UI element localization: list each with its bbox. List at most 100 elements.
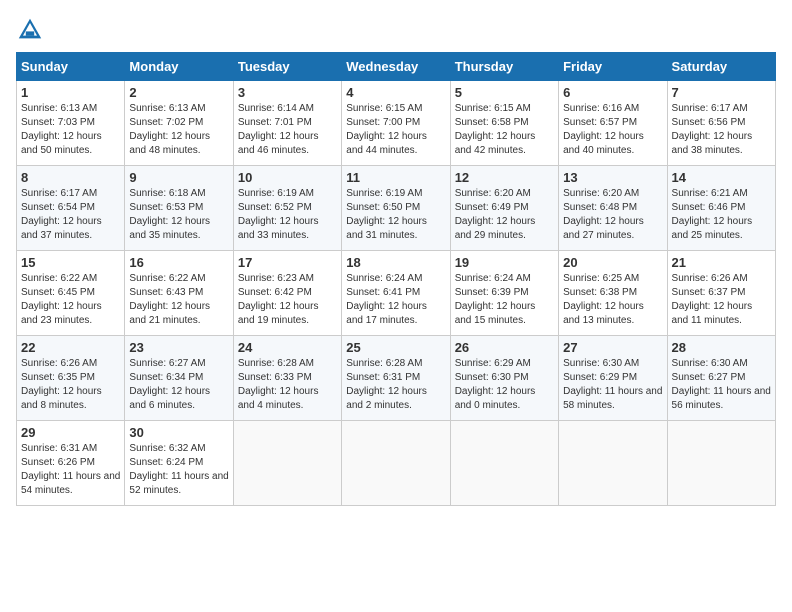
day-info: Sunrise: 6:28 AMSunset: 6:31 PMDaylight:… bbox=[346, 358, 427, 411]
day-cell: 18 Sunrise: 6:24 AMSunset: 6:41 PMDaylig… bbox=[342, 251, 450, 336]
day-info: Sunrise: 6:32 AMSunset: 6:24 PMDaylight:… bbox=[129, 443, 228, 496]
calendar-table: SundayMondayTuesdayWednesdayThursdayFrid… bbox=[16, 52, 776, 506]
col-header-wednesday: Wednesday bbox=[342, 53, 450, 81]
day-cell: 28 Sunrise: 6:30 AMSunset: 6:27 PMDaylig… bbox=[667, 336, 775, 421]
day-info: Sunrise: 6:24 AMSunset: 6:39 PMDaylight:… bbox=[455, 273, 536, 326]
week-row-2: 8 Sunrise: 6:17 AMSunset: 6:54 PMDayligh… bbox=[17, 166, 776, 251]
day-number: 21 bbox=[672, 255, 771, 270]
day-cell: 5 Sunrise: 6:15 AMSunset: 6:58 PMDayligh… bbox=[450, 81, 558, 166]
day-cell bbox=[559, 421, 667, 506]
day-cell: 14 Sunrise: 6:21 AMSunset: 6:46 PMDaylig… bbox=[667, 166, 775, 251]
day-info: Sunrise: 6:19 AMSunset: 6:50 PMDaylight:… bbox=[346, 188, 427, 241]
day-info: Sunrise: 6:15 AMSunset: 6:58 PMDaylight:… bbox=[455, 103, 536, 156]
week-row-5: 29 Sunrise: 6:31 AMSunset: 6:26 PMDaylig… bbox=[17, 421, 776, 506]
week-row-1: 1 Sunrise: 6:13 AMSunset: 7:03 PMDayligh… bbox=[17, 81, 776, 166]
day-info: Sunrise: 6:20 AMSunset: 6:49 PMDaylight:… bbox=[455, 188, 536, 241]
day-number: 14 bbox=[672, 170, 771, 185]
day-number: 9 bbox=[129, 170, 228, 185]
logo bbox=[16, 16, 48, 44]
day-number: 5 bbox=[455, 85, 554, 100]
day-info: Sunrise: 6:15 AMSunset: 7:00 PMDaylight:… bbox=[346, 103, 427, 156]
day-info: Sunrise: 6:22 AMSunset: 6:43 PMDaylight:… bbox=[129, 273, 210, 326]
day-info: Sunrise: 6:26 AMSunset: 6:37 PMDaylight:… bbox=[672, 273, 753, 326]
day-number: 29 bbox=[21, 425, 120, 440]
day-info: Sunrise: 6:25 AMSunset: 6:38 PMDaylight:… bbox=[563, 273, 644, 326]
day-number: 26 bbox=[455, 340, 554, 355]
day-cell: 26 Sunrise: 6:29 AMSunset: 6:30 PMDaylig… bbox=[450, 336, 558, 421]
day-number: 6 bbox=[563, 85, 662, 100]
day-number: 19 bbox=[455, 255, 554, 270]
day-cell bbox=[667, 421, 775, 506]
day-cell: 9 Sunrise: 6:18 AMSunset: 6:53 PMDayligh… bbox=[125, 166, 233, 251]
day-cell: 6 Sunrise: 6:16 AMSunset: 6:57 PMDayligh… bbox=[559, 81, 667, 166]
day-number: 17 bbox=[238, 255, 337, 270]
logo-icon bbox=[16, 16, 44, 44]
page-header bbox=[16, 16, 776, 44]
day-number: 1 bbox=[21, 85, 120, 100]
day-info: Sunrise: 6:13 AMSunset: 7:02 PMDaylight:… bbox=[129, 103, 210, 156]
day-info: Sunrise: 6:20 AMSunset: 6:48 PMDaylight:… bbox=[563, 188, 644, 241]
day-cell bbox=[233, 421, 341, 506]
calendar-header-row: SundayMondayTuesdayWednesdayThursdayFrid… bbox=[17, 53, 776, 81]
day-cell bbox=[450, 421, 558, 506]
day-info: Sunrise: 6:31 AMSunset: 6:26 PMDaylight:… bbox=[21, 443, 120, 496]
col-header-sunday: Sunday bbox=[17, 53, 125, 81]
day-number: 22 bbox=[21, 340, 120, 355]
day-info: Sunrise: 6:30 AMSunset: 6:27 PMDaylight:… bbox=[672, 358, 771, 411]
day-cell: 21 Sunrise: 6:26 AMSunset: 6:37 PMDaylig… bbox=[667, 251, 775, 336]
day-cell: 8 Sunrise: 6:17 AMSunset: 6:54 PMDayligh… bbox=[17, 166, 125, 251]
col-header-saturday: Saturday bbox=[667, 53, 775, 81]
day-info: Sunrise: 6:14 AMSunset: 7:01 PMDaylight:… bbox=[238, 103, 319, 156]
day-number: 20 bbox=[563, 255, 662, 270]
day-info: Sunrise: 6:30 AMSunset: 6:29 PMDaylight:… bbox=[563, 358, 662, 411]
day-cell: 15 Sunrise: 6:22 AMSunset: 6:45 PMDaylig… bbox=[17, 251, 125, 336]
day-number: 16 bbox=[129, 255, 228, 270]
day-cell: 19 Sunrise: 6:24 AMSunset: 6:39 PMDaylig… bbox=[450, 251, 558, 336]
week-row-4: 22 Sunrise: 6:26 AMSunset: 6:35 PMDaylig… bbox=[17, 336, 776, 421]
day-cell: 27 Sunrise: 6:30 AMSunset: 6:29 PMDaylig… bbox=[559, 336, 667, 421]
day-cell: 29 Sunrise: 6:31 AMSunset: 6:26 PMDaylig… bbox=[17, 421, 125, 506]
day-cell: 11 Sunrise: 6:19 AMSunset: 6:50 PMDaylig… bbox=[342, 166, 450, 251]
day-cell: 20 Sunrise: 6:25 AMSunset: 6:38 PMDaylig… bbox=[559, 251, 667, 336]
day-number: 28 bbox=[672, 340, 771, 355]
day-cell: 22 Sunrise: 6:26 AMSunset: 6:35 PMDaylig… bbox=[17, 336, 125, 421]
day-cell: 30 Sunrise: 6:32 AMSunset: 6:24 PMDaylig… bbox=[125, 421, 233, 506]
col-header-thursday: Thursday bbox=[450, 53, 558, 81]
day-info: Sunrise: 6:23 AMSunset: 6:42 PMDaylight:… bbox=[238, 273, 319, 326]
day-info: Sunrise: 6:16 AMSunset: 6:57 PMDaylight:… bbox=[563, 103, 644, 156]
day-cell: 2 Sunrise: 6:13 AMSunset: 7:02 PMDayligh… bbox=[125, 81, 233, 166]
day-cell: 23 Sunrise: 6:27 AMSunset: 6:34 PMDaylig… bbox=[125, 336, 233, 421]
day-cell: 7 Sunrise: 6:17 AMSunset: 6:56 PMDayligh… bbox=[667, 81, 775, 166]
day-info: Sunrise: 6:28 AMSunset: 6:33 PMDaylight:… bbox=[238, 358, 319, 411]
day-number: 8 bbox=[21, 170, 120, 185]
day-cell: 12 Sunrise: 6:20 AMSunset: 6:49 PMDaylig… bbox=[450, 166, 558, 251]
day-number: 4 bbox=[346, 85, 445, 100]
day-number: 3 bbox=[238, 85, 337, 100]
col-header-tuesday: Tuesday bbox=[233, 53, 341, 81]
day-info: Sunrise: 6:13 AMSunset: 7:03 PMDaylight:… bbox=[21, 103, 102, 156]
day-number: 24 bbox=[238, 340, 337, 355]
day-number: 13 bbox=[563, 170, 662, 185]
day-info: Sunrise: 6:26 AMSunset: 6:35 PMDaylight:… bbox=[21, 358, 102, 411]
day-number: 15 bbox=[21, 255, 120, 270]
day-cell: 24 Sunrise: 6:28 AMSunset: 6:33 PMDaylig… bbox=[233, 336, 341, 421]
day-info: Sunrise: 6:29 AMSunset: 6:30 PMDaylight:… bbox=[455, 358, 536, 411]
day-number: 27 bbox=[563, 340, 662, 355]
day-info: Sunrise: 6:22 AMSunset: 6:45 PMDaylight:… bbox=[21, 273, 102, 326]
day-number: 12 bbox=[455, 170, 554, 185]
day-info: Sunrise: 6:19 AMSunset: 6:52 PMDaylight:… bbox=[238, 188, 319, 241]
day-cell: 10 Sunrise: 6:19 AMSunset: 6:52 PMDaylig… bbox=[233, 166, 341, 251]
day-number: 18 bbox=[346, 255, 445, 270]
col-header-friday: Friday bbox=[559, 53, 667, 81]
day-cell: 1 Sunrise: 6:13 AMSunset: 7:03 PMDayligh… bbox=[17, 81, 125, 166]
day-info: Sunrise: 6:17 AMSunset: 6:56 PMDaylight:… bbox=[672, 103, 753, 156]
day-cell: 17 Sunrise: 6:23 AMSunset: 6:42 PMDaylig… bbox=[233, 251, 341, 336]
day-cell: 25 Sunrise: 6:28 AMSunset: 6:31 PMDaylig… bbox=[342, 336, 450, 421]
day-cell: 13 Sunrise: 6:20 AMSunset: 6:48 PMDaylig… bbox=[559, 166, 667, 251]
day-info: Sunrise: 6:21 AMSunset: 6:46 PMDaylight:… bbox=[672, 188, 753, 241]
day-number: 7 bbox=[672, 85, 771, 100]
day-cell: 16 Sunrise: 6:22 AMSunset: 6:43 PMDaylig… bbox=[125, 251, 233, 336]
day-cell: 3 Sunrise: 6:14 AMSunset: 7:01 PMDayligh… bbox=[233, 81, 341, 166]
day-number: 30 bbox=[129, 425, 228, 440]
day-info: Sunrise: 6:17 AMSunset: 6:54 PMDaylight:… bbox=[21, 188, 102, 241]
